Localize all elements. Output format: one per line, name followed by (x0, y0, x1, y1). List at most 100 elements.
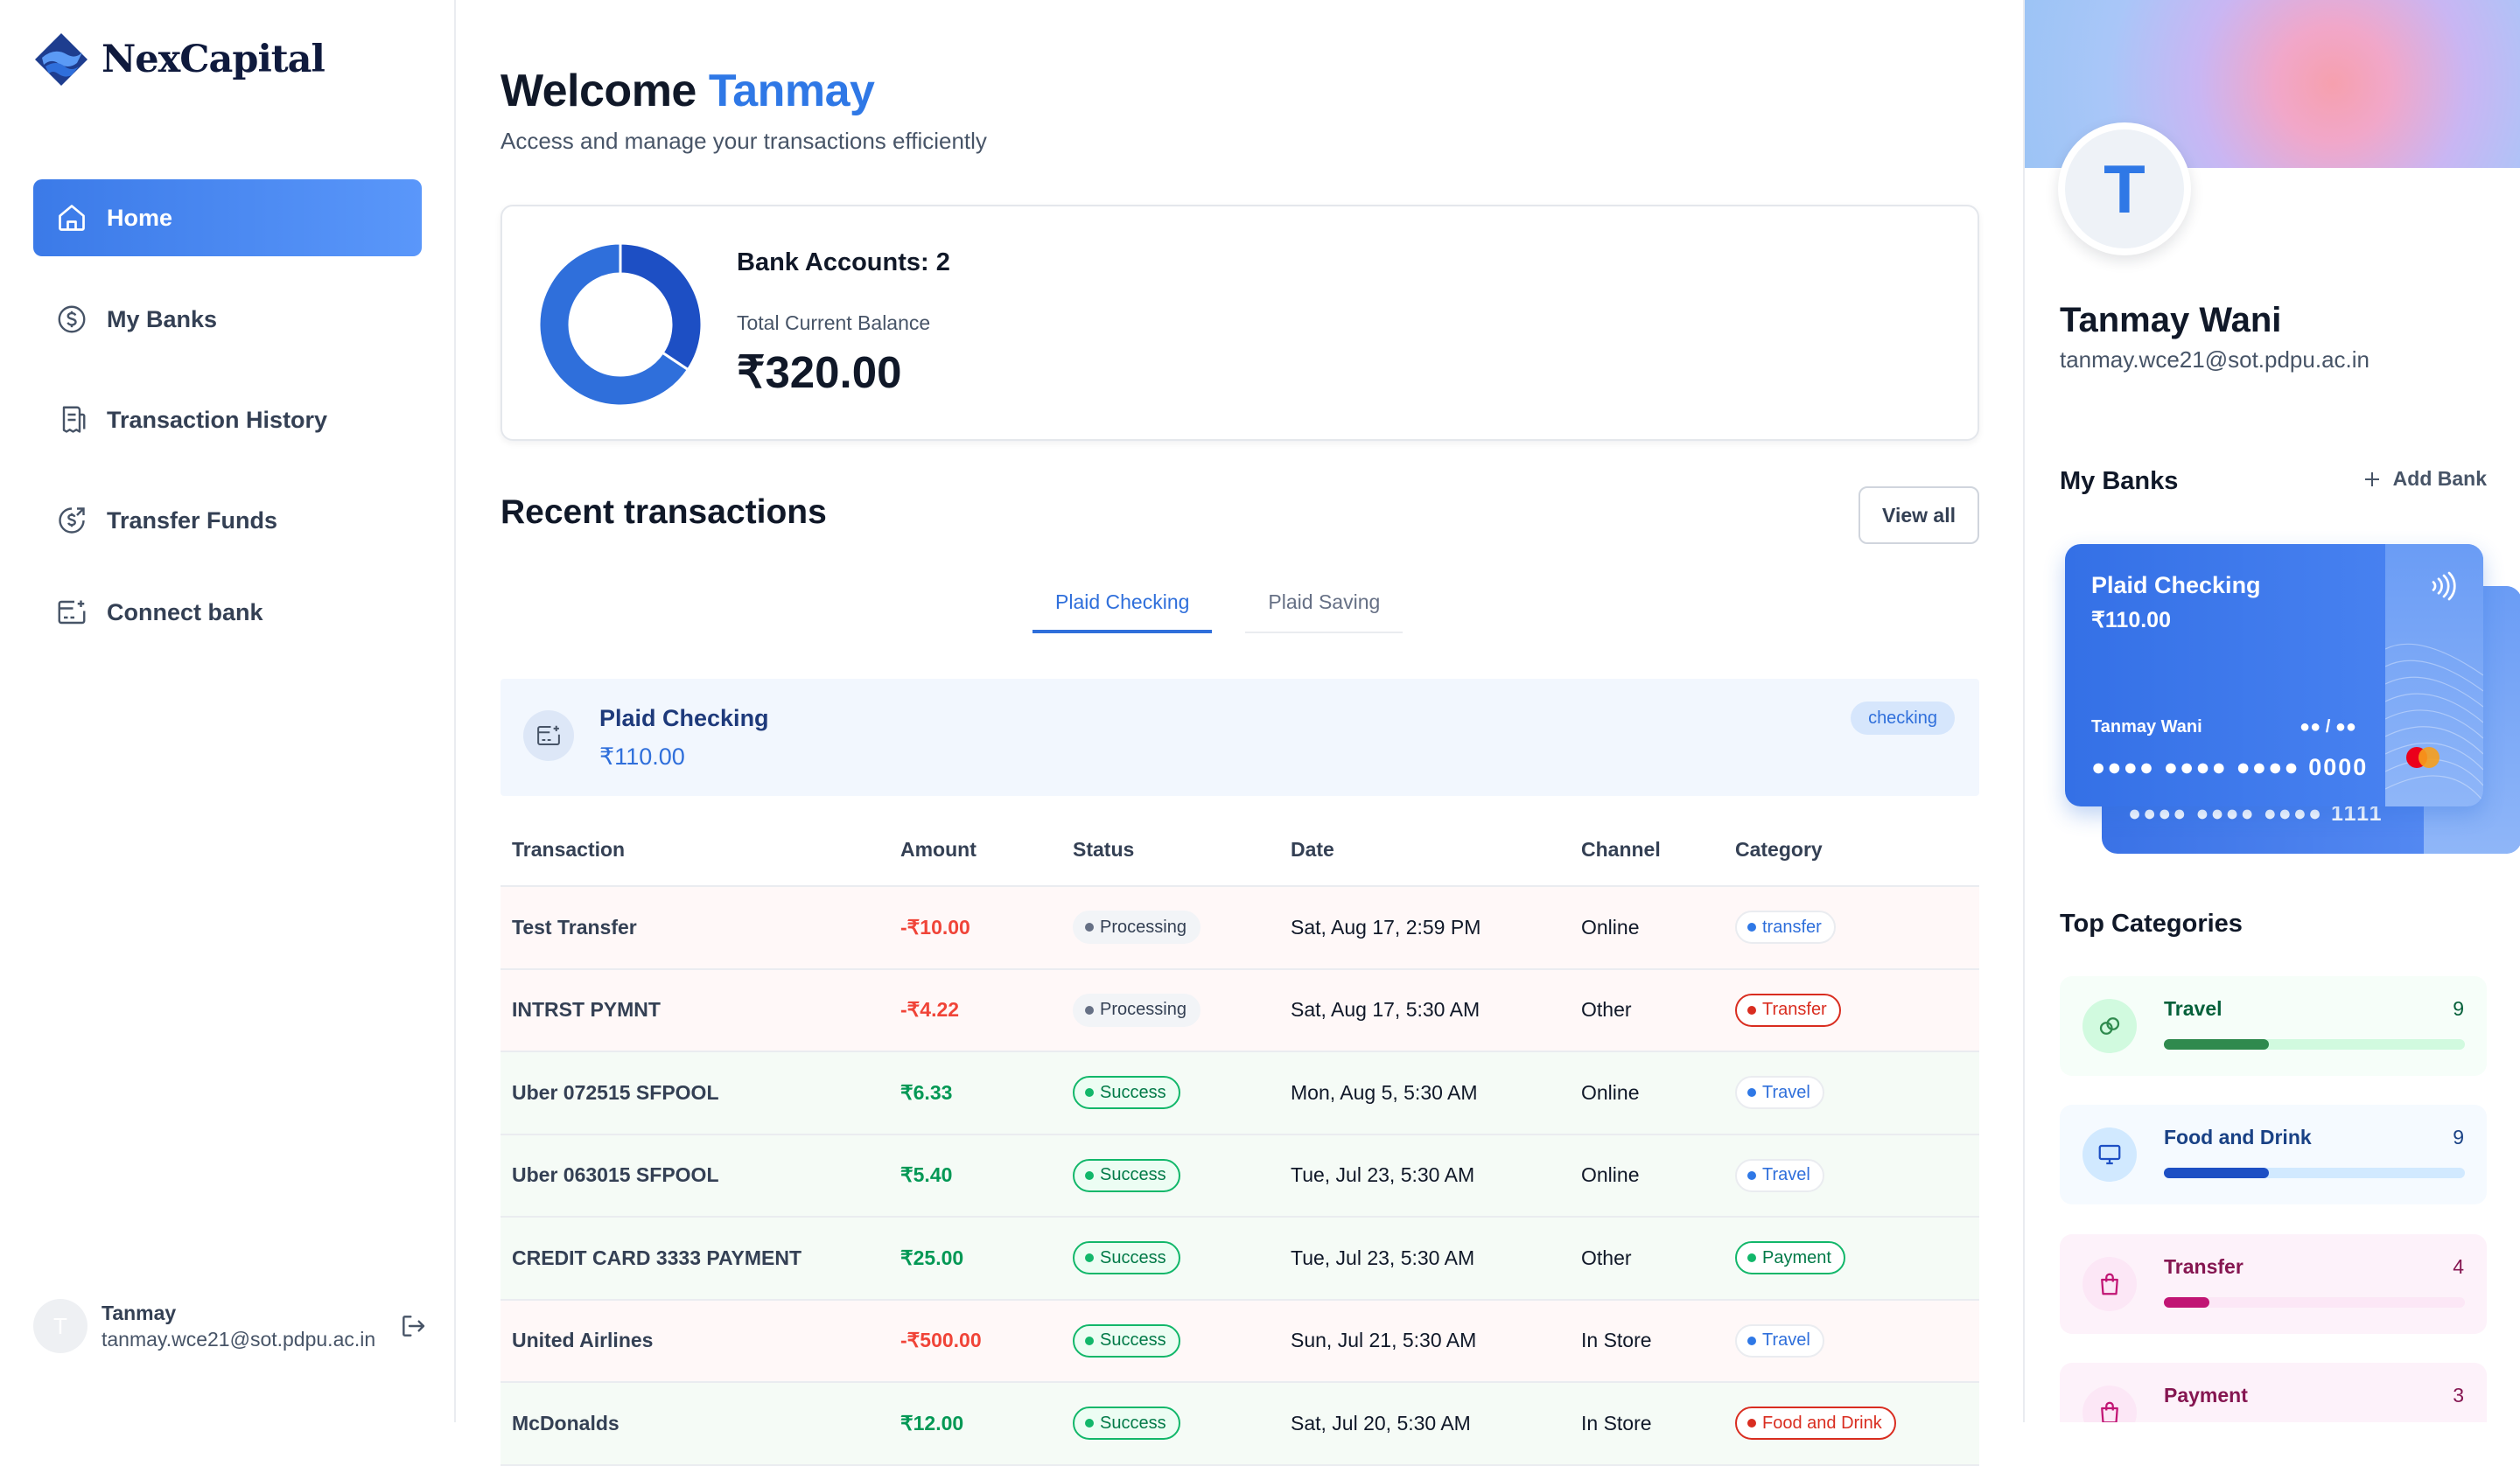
status-label: Success (1100, 1082, 1166, 1102)
category-label: Travel (1762, 1330, 1810, 1351)
category-card[interactable]: Payment 3 (2060, 1363, 2487, 1422)
category-label: transfer (1762, 917, 1822, 937)
sidebar-item-label: My Banks (107, 305, 218, 332)
view-all-button[interactable]: View all (1858, 486, 1979, 544)
table-row[interactable]: Test Transfer -₹10.00 Processing Sat, Aug 1… (500, 887, 1979, 970)
category-label: Transfer (1762, 1000, 1827, 1020)
transaction-amount: -₹500.00 (900, 1329, 982, 1352)
transaction-amount: -₹10.00 (900, 915, 970, 939)
category-count: 4 (2453, 1255, 2464, 1278)
transaction-date: Sat, Aug 17, 2:59 PM (1291, 915, 1481, 939)
table-row[interactable]: McDonalds ₹12.00 Success Sat, Jul 20, 5:30 … (500, 1383, 1979, 1466)
sidebar-item-label: Home (107, 204, 173, 231)
category-card[interactable]: Transfer 4 (2060, 1234, 2487, 1334)
total-balance-card: Bank Accounts: 2 Total Current Balance ₹… (500, 205, 1979, 441)
page-title: Welcome Tanmay (500, 65, 875, 117)
transaction-channel: In Store (1581, 1411, 1652, 1435)
account-name: Plaid Checking (599, 705, 769, 731)
sidebar-item-transfer-funds[interactable]: Transfer Funds (33, 482, 422, 559)
selected-account-banner[interactable]: Plaid Checking ₹110.00 checking (500, 679, 1979, 796)
table-row[interactable]: INTRST PYMNT -₹4.22 Processing Sat, Aug 17,… (500, 969, 1979, 1052)
receipt-icon (56, 404, 88, 436)
status-dot (1085, 1253, 1094, 1263)
status-cell: Success (1073, 1301, 1180, 1382)
table-header: Transaction Amount Status Date Channel C… (500, 813, 1979, 887)
bank-card-primary[interactable]: Plaid Checking ₹110.00 Tanmay Wani ●● / … (2065, 544, 2483, 806)
status-dot (1085, 1088, 1094, 1098)
table-row[interactable]: Uber 072515 SFPOOL ₹6.33 Success Mon, Aug 5… (500, 1052, 1979, 1135)
sidebar-item-connect-bank[interactable]: Connect bank (33, 574, 422, 651)
sidebar-item-label: Transaction History (107, 406, 328, 433)
transaction-name: INTRST PYMNT (512, 998, 661, 1022)
status-cell: Success (1073, 1218, 1180, 1299)
table-row[interactable]: CREDIT CARD 3333 PAYMENT ₹25.00 Success Tue… (500, 1218, 1979, 1301)
category-cell: Travel (1735, 1301, 1824, 1382)
table-row[interactable]: Uber 063015 SFPOOL ₹5.40 Success Tue, Jul 2… (500, 1134, 1979, 1218)
transaction-amount: ₹12.00 (900, 1411, 964, 1435)
category-count: 3 (2453, 1384, 2464, 1407)
sidebar-user: T Tanmay tanmay.wce21@sot.pdpu.ac.in (33, 1298, 427, 1354)
category-cell: Payment (1735, 1218, 1845, 1299)
money-send-icon (56, 505, 88, 536)
category-card[interactable]: Travel 9 (2060, 976, 2487, 1076)
column-header: Date (1291, 837, 1334, 861)
status-cell: Success (1073, 1052, 1180, 1134)
transaction-channel: Online (1581, 1080, 1640, 1104)
sidebar-item-home[interactable]: Home (33, 179, 422, 256)
category-count: 9 (2453, 997, 2464, 1020)
category-progress-bar (2164, 1297, 2465, 1308)
donut-slice-plaid-checking (619, 241, 704, 372)
monitor-icon (2082, 1127, 2137, 1182)
status-label: Processing (1100, 1000, 1186, 1020)
balance-donut-chart (537, 241, 704, 408)
add-bank-label: Add Bank (2392, 467, 2487, 490)
transaction-date: Tue, Jul 23, 5:30 AM (1291, 1163, 1475, 1187)
column-header: Channel (1581, 837, 1661, 861)
bank-card-icon (523, 710, 574, 761)
sidebar-item-my-banks[interactable]: My Banks (33, 281, 422, 358)
transaction-name: Uber 072515 SFPOOL (512, 1080, 719, 1104)
category-progress-bar (2164, 1039, 2465, 1050)
status-dot (1085, 1336, 1094, 1345)
transaction-channel: Online (1581, 915, 1640, 939)
sidebar-item-label: Connect bank (107, 598, 263, 625)
category-progress-bar (2164, 1168, 2465, 1178)
profile-panel: T Tanmay Wani tanmay.wce21@sot.pdpu.ac.i… (2023, 0, 2520, 1422)
category-dot (1747, 1170, 1756, 1180)
tab-plaid-checking[interactable]: Plaid Checking (1032, 574, 1213, 633)
transaction-name: CREDIT CARD 3333 PAYMENT (512, 1246, 802, 1269)
sidebar-item-label: Transfer Funds (107, 506, 278, 534)
status-dot (1085, 1170, 1094, 1180)
category-dot (1747, 1253, 1756, 1263)
donut-svg (537, 241, 704, 408)
status-cell: Success (1073, 1135, 1180, 1217)
category-badge: Food and Drink (1735, 1407, 1896, 1441)
card-bank-name: Plaid Checking (2091, 572, 2261, 598)
bank-tabs: Plaid Checking Plaid Saving (1032, 574, 1404, 633)
category-progress-fill (2164, 1039, 2270, 1050)
user-name: Tanmay (102, 1302, 177, 1324)
status-dot (1085, 1419, 1094, 1428)
table-body: Test Transfer -₹10.00 Processing Sat, Aug 1… (500, 887, 1979, 1466)
avatar: T (33, 1299, 88, 1353)
logout-icon[interactable] (399, 1312, 427, 1340)
status-label: Success (1100, 1330, 1166, 1351)
category-progress-fill (2164, 1297, 2209, 1308)
app-name: NexCapital (102, 38, 326, 81)
add-bank-button[interactable]: Add Bank (2362, 467, 2487, 491)
table-row[interactable]: United Airlines -₹500.00 Success Sun, Jul 2… (500, 1300, 1979, 1383)
sidebar-item-transaction-history[interactable]: Transaction History (33, 381, 422, 458)
status-badge: Success (1073, 1323, 1180, 1358)
tab-plaid-saving[interactable]: Plaid Saving (1245, 574, 1404, 633)
logo-icon (33, 31, 89, 87)
app-logo[interactable]: NexCapital (33, 31, 326, 87)
category-card[interactable]: Food and Drink 9 (2060, 1105, 2487, 1204)
transaction-amount: -₹4.22 (900, 998, 960, 1022)
category-dot (1747, 1419, 1756, 1428)
status-badge: Processing (1073, 993, 1200, 1027)
account-type-badge: checking (1851, 702, 1955, 735)
transaction-date: Sat, Aug 17, 5:30 AM (1291, 998, 1480, 1022)
status-badge: Success (1073, 1407, 1180, 1441)
category-cell: Travel (1735, 1052, 1824, 1134)
status-dot (1085, 923, 1094, 932)
